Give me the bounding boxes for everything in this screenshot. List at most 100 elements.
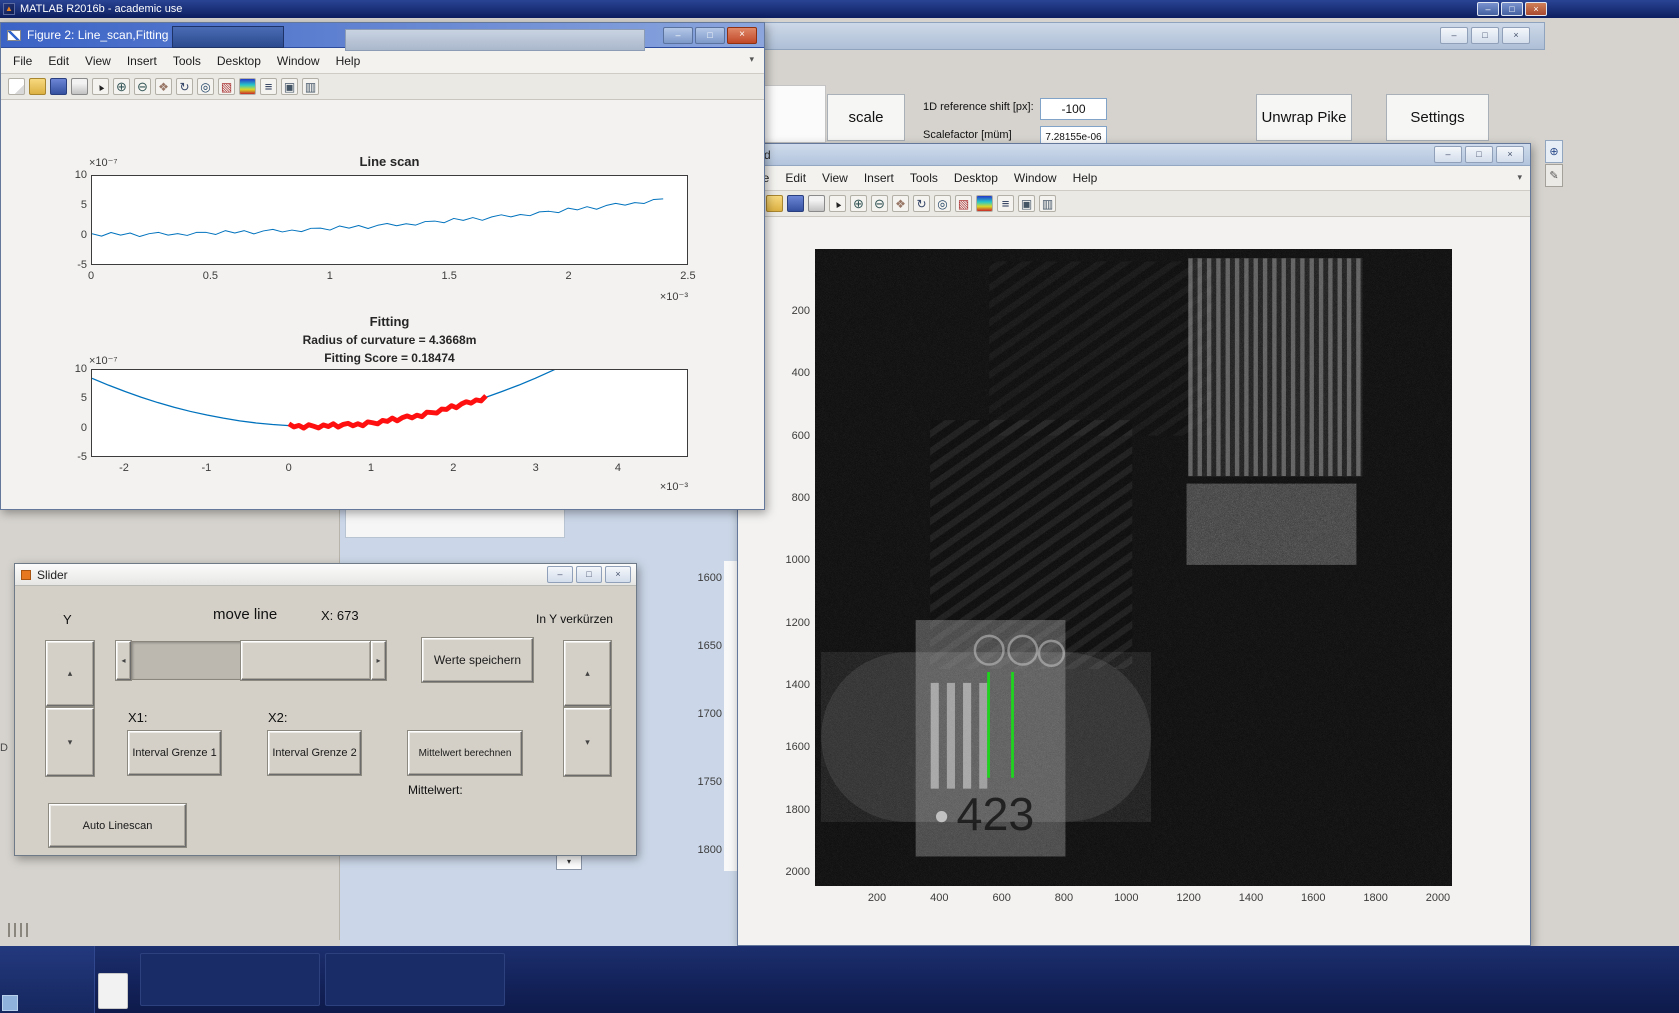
save-icon[interactable] [787,195,804,212]
taskbar[interactable] [0,946,1679,1013]
menu-item[interactable]: Desktop [209,52,269,70]
undock-icon[interactable] [302,78,319,95]
menu-item[interactable]: Edit [777,169,814,187]
menu-item[interactable]: Insert [856,169,902,187]
dock-icon[interactable] [1018,195,1035,212]
zoom-in-icon[interactable] [113,78,130,95]
background-dialog-titlebar[interactable] [172,26,284,48]
brush-icon[interactable] [955,195,972,212]
menubar-overflow-icon[interactable]: ▾ [749,54,754,65]
y-spinner-up[interactable]: ▴ [46,641,94,706]
cursor-icon[interactable] [92,78,109,95]
scale-button[interactable]: scale [827,94,905,141]
menu-item[interactable]: File [5,52,40,70]
linescan-plot[interactable] [91,175,688,265]
colorbar-icon[interactable] [239,78,256,95]
menu-item[interactable]: Desktop [946,169,1006,187]
open-icon[interactable] [29,78,46,95]
tick-label: 600 [791,429,810,442]
werte-speichern-button[interactable]: Werte speichern [422,638,533,682]
taskbar-item[interactable] [325,953,505,1006]
minimize-icon[interactable]: – [547,566,573,583]
figure2-controls: – □ × [663,26,764,44]
x1-label: X1: [128,710,148,725]
close-icon[interactable]: × [1496,146,1524,163]
menu-item[interactable]: Help [1065,169,1106,187]
close-icon[interactable]: × [727,26,757,44]
slider-thumb[interactable] [241,641,371,680]
menu-item[interactable]: Window [269,52,328,70]
fitting-plot[interactable] [91,369,688,457]
tick-label: 2 [450,462,457,474]
colorbar-icon[interactable] [976,195,993,212]
minimize-icon[interactable]: – [1477,2,1499,16]
slider-right-arrow[interactable]: ▸ [371,641,386,680]
background-dialog-titlebar-2[interactable] [345,29,645,51]
menu-item[interactable]: Edit [40,52,77,70]
in-y-spinner-down[interactable]: ▾ [564,708,611,776]
mittelwert-berechnen-button[interactable]: Mittelwert berechnen [408,731,522,775]
maximize-icon[interactable]: □ [695,26,725,44]
brush-icon[interactable] [218,78,235,95]
open-icon[interactable] [766,195,783,212]
chevron-up-icon: ▴ [67,668,73,678]
zoom-out-icon[interactable] [134,78,151,95]
close-icon[interactable]: × [605,566,631,583]
hologram-image[interactable]: 423 [815,249,1452,886]
interval-grenze-1-button[interactable]: Interval Grenze 1 [128,731,221,775]
print-icon[interactable] [808,195,825,212]
menubar-overflow-icon[interactable]: ▾ [1517,172,1522,183]
new-icon[interactable] [8,78,25,95]
minimize-icon[interactable]: – [663,26,693,44]
taskbar-corner-icon[interactable] [2,995,18,1011]
in-y-spinner-up[interactable]: ▴ [564,641,611,706]
legend-icon[interactable] [260,78,277,95]
slider-titlebar[interactable]: Slider – □ × [15,564,636,586]
zoom-in-icon[interactable] [850,195,867,212]
datacursor-icon[interactable] [197,78,214,95]
maximize-icon[interactable]: □ [576,566,602,583]
rotate-icon[interactable] [176,78,193,95]
datacursor-icon[interactable] [934,195,951,212]
unwrap-pike-button[interactable]: Unwrap Pike [1256,94,1352,141]
y-spinner-down[interactable]: ▾ [46,708,94,776]
side-zoom-tool-icon[interactable]: ⊕ [1545,140,1563,163]
close-icon[interactable]: × [1502,27,1530,44]
side-edit-tool-icon[interactable]: ✎ [1545,164,1563,187]
close-icon[interactable]: × [1525,2,1547,16]
menu-item[interactable]: Help [328,52,369,70]
minimize-icon[interactable]: – [1434,146,1462,163]
save-icon[interactable] [50,78,67,95]
print-icon[interactable] [71,78,88,95]
maximize-icon[interactable]: □ [1471,27,1499,44]
rotate-icon[interactable] [913,195,930,212]
menu-item[interactable]: View [77,52,119,70]
taskbar-quicklaunch-item[interactable] [98,973,128,1009]
undock-icon[interactable] [1039,195,1056,212]
tick-label: 2000 [1425,892,1451,904]
menu-item[interactable]: View [814,169,856,187]
interval-grenze-2-button[interactable]: Interval Grenze 2 [268,731,361,775]
zoom-out-icon[interactable] [871,195,888,212]
matlab-main-titlebar[interactable]: ▲ MATLAB R2016b - academic use – □ × [0,0,1679,18]
plot2-x-ticks: -2 -1 0 1 2 3 4 [104,462,638,478]
ref-shift-input[interactable] [1040,98,1107,120]
resize-grip-icon[interactable] [8,923,32,937]
menu-item[interactable]: Insert [119,52,165,70]
cursor-icon[interactable] [829,195,846,212]
slider-left-arrow[interactable]: ◂ [116,641,131,680]
pan-icon[interactable] [892,195,909,212]
image-figure-titlebar[interactable]: d – □ × [738,144,1530,166]
minimize-icon[interactable]: – [1440,27,1468,44]
pan-icon[interactable] [155,78,172,95]
maximize-icon[interactable]: □ [1501,2,1523,16]
settings-button[interactable]: Settings [1386,94,1489,141]
taskbar-item[interactable] [140,953,320,1006]
auto-linescan-button[interactable]: Auto Linescan [49,804,186,847]
maximize-icon[interactable]: □ [1465,146,1493,163]
menu-item[interactable]: Tools [902,169,946,187]
menu-item[interactable]: Window [1006,169,1065,187]
menu-item[interactable]: Tools [165,52,209,70]
dock-icon[interactable] [281,78,298,95]
legend-icon[interactable] [997,195,1014,212]
